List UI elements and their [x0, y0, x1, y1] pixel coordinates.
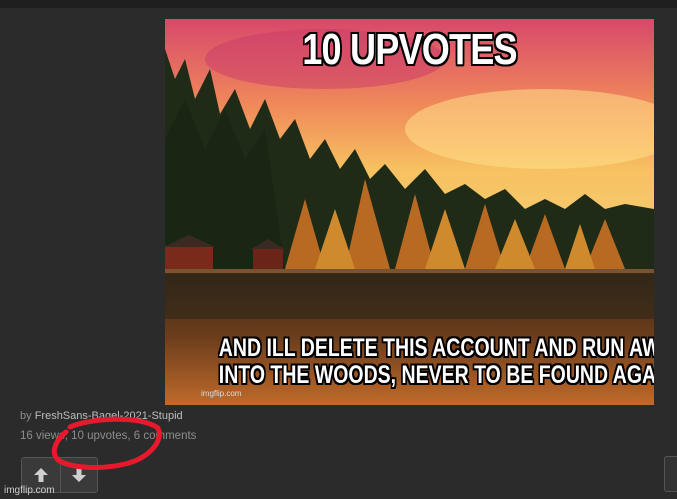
post-byline: by FreshSans-Bagel-2021-Stupid [20, 410, 183, 422]
meme-bottom-caption-line1: AND ILL DELETE THIS ACCOUNT AND RUN AWAY [218, 334, 654, 362]
site-watermark: imgflip.com [4, 485, 55, 496]
image-watermark: imgflip.com [201, 389, 242, 398]
author-link[interactable]: FreshSans-Bagel-2021-Stupid [35, 410, 183, 422]
arrow-down-icon [71, 468, 86, 482]
page: 10 UPVOTES AND ILL DELETE THIS ACCOUNT A… [0, 0, 677, 499]
meme-bottom-caption: AND ILL DELETE THIS ACCOUNT AND RUN AWAY… [218, 334, 654, 389]
top-strip [0, 0, 677, 8]
post-stats: 16 views, 10 upvotes, 6 comments [20, 430, 197, 442]
meme-bottom-caption-line2: INTO THE WOODS, NEVER TO BE FOUND AGAIN [218, 361, 654, 389]
downvote-button[interactable] [59, 458, 97, 492]
side-action-button[interactable] [664, 456, 677, 492]
byline-label: by [20, 410, 32, 422]
arrow-up-icon [33, 468, 48, 482]
meme-image[interactable]: 10 UPVOTES AND ILL DELETE THIS ACCOUNT A… [165, 19, 654, 405]
meme-top-caption: 10 UPVOTES [302, 25, 517, 74]
